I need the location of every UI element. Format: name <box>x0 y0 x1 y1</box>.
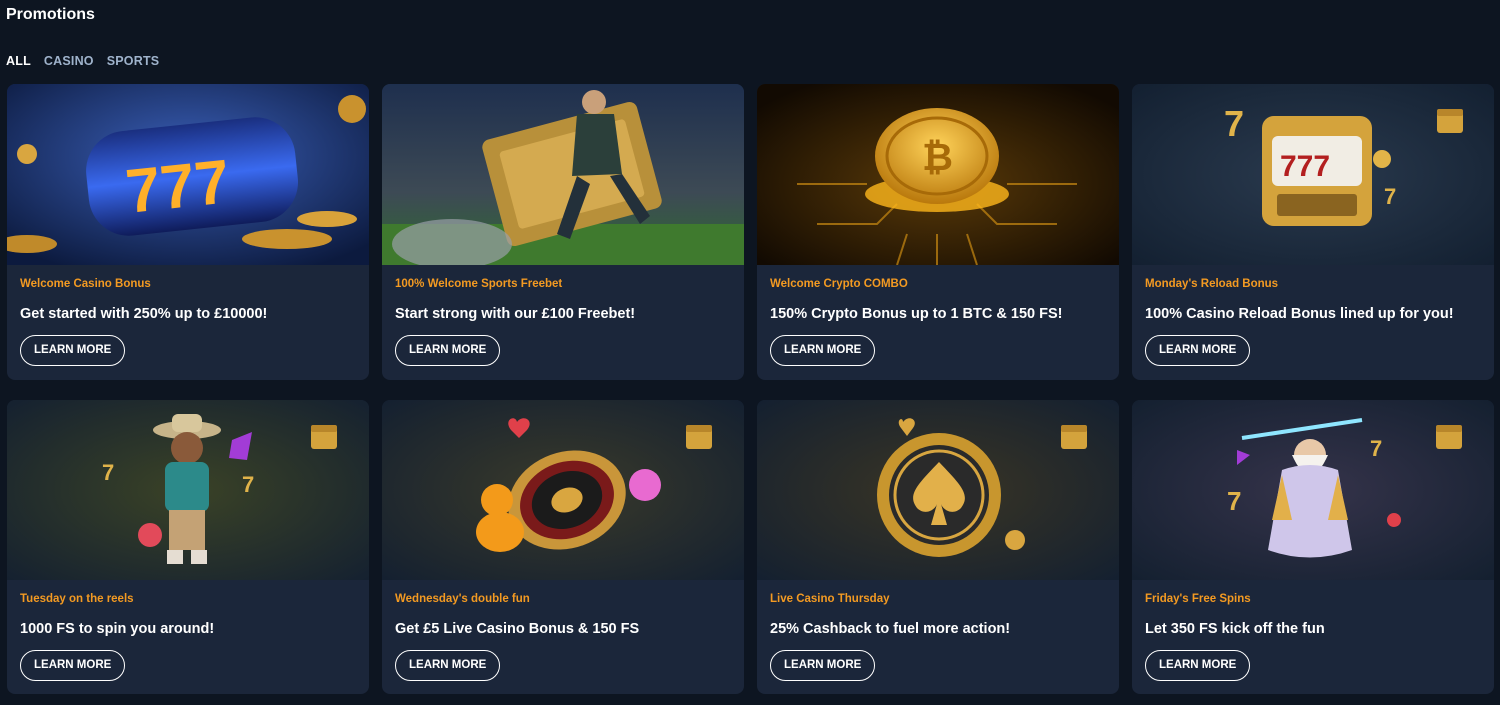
tab-sports[interactable]: SPORTS <box>107 54 160 68</box>
svg-text:7: 7 <box>1384 184 1396 209</box>
learn-more-button[interactable]: LEARN MORE <box>20 335 126 366</box>
promo-headline: 1000 FS to spin you around! <box>20 621 215 637</box>
promo-headline: Start strong with our £100 Freebet! <box>395 306 636 322</box>
promo-category: Tuesday on the reels <box>20 593 134 605</box>
svg-text:7: 7 <box>1227 486 1241 516</box>
svg-text:777: 777 <box>123 147 233 226</box>
svg-text:7: 7 <box>1224 103 1244 144</box>
learn-more-button[interactable]: LEARN MORE <box>770 650 876 681</box>
promo-category: Wednesday's double fun <box>395 593 530 605</box>
promo-headline: 150% Crypto Bonus up to 1 BTC & 150 FS! <box>770 306 1063 322</box>
promo-card[interactable]: 100% Welcome Sports Freebet Start strong… <box>382 84 744 380</box>
roulette-bear-calendar-image <box>382 400 744 580</box>
promo-headline: 25% Cashback to fuel more action! <box>770 621 1011 637</box>
promo-card[interactable]: Live Casino Thursday 25% Cashback to fue… <box>757 400 1119 694</box>
svg-text:7: 7 <box>1370 436 1382 461</box>
promo-card[interactable]: ₿ Welcome Crypto COMBO 150% Crypto Bonus… <box>757 84 1119 380</box>
svg-text:777: 777 <box>1280 150 1330 183</box>
promo-category: Live Casino Thursday <box>770 593 890 605</box>
cowboy-character-calendar-image: 7 7 <box>7 400 369 580</box>
promo-card[interactable]: Wednesday's double fun Get £5 Live Casin… <box>382 400 744 694</box>
learn-more-button[interactable]: LEARN MORE <box>395 335 501 366</box>
football-player-ticket-image <box>382 84 744 265</box>
spade-chip-calendar-image <box>757 400 1119 580</box>
svg-text:₿: ₿ <box>922 137 953 179</box>
promo-card[interactable]: 777 7 7 Monday's Reload Bonus 100% Casin… <box>1132 84 1494 380</box>
promo-category: Monday's Reload Bonus <box>1145 278 1279 290</box>
promo-category: 100% Welcome Sports Freebet <box>395 278 563 290</box>
learn-more-button[interactable]: LEARN MORE <box>1145 335 1251 366</box>
slot-reels-777-image: 777 <box>7 84 369 265</box>
learn-more-button[interactable]: LEARN MORE <box>395 650 501 681</box>
promo-category: Friday's Free Spins <box>1145 593 1251 605</box>
promo-card[interactable]: 777 Welcome Casino Bonus Get started wit… <box>7 84 369 380</box>
promo-card[interactable]: 7 7 Friday's Free Spins Let 350 FS kick … <box>1132 400 1494 694</box>
promo-headline: 100% Casino Reload Bonus lined up for yo… <box>1145 306 1454 322</box>
svg-text:7: 7 <box>102 460 114 485</box>
learn-more-button[interactable]: LEARN MORE <box>20 650 126 681</box>
tab-casino[interactable]: CASINO <box>44 54 94 68</box>
promo-headline: Let 350 FS kick off the fun <box>1145 621 1325 637</box>
promo-headline: Get £5 Live Casino Bonus & 150 FS <box>395 621 640 637</box>
tab-all[interactable]: ALL <box>6 54 31 68</box>
promo-headline: Get started with 250% up to £10000! <box>20 306 268 322</box>
promo-card[interactable]: 7 7 Tuesday on the reels 1000 FS to spin… <box>7 400 369 694</box>
promo-category: Welcome Crypto COMBO <box>770 278 908 290</box>
zeus-character-calendar-image: 7 7 <box>1132 400 1494 580</box>
filter-tabs: ALL CASINO SPORTS <box>6 54 159 68</box>
promotions-grid: 777 Welcome Casino Bonus Get started wit… <box>7 84 1494 694</box>
slot-machine-calendar-image: 777 7 7 <box>1132 84 1494 265</box>
promo-category: Welcome Casino Bonus <box>20 278 151 290</box>
learn-more-button[interactable]: LEARN MORE <box>1145 650 1251 681</box>
learn-more-button[interactable]: LEARN MORE <box>770 335 876 366</box>
svg-text:7: 7 <box>242 472 254 497</box>
golden-bitcoin-image: ₿ <box>757 84 1119 265</box>
page-title: Promotions <box>6 6 95 23</box>
